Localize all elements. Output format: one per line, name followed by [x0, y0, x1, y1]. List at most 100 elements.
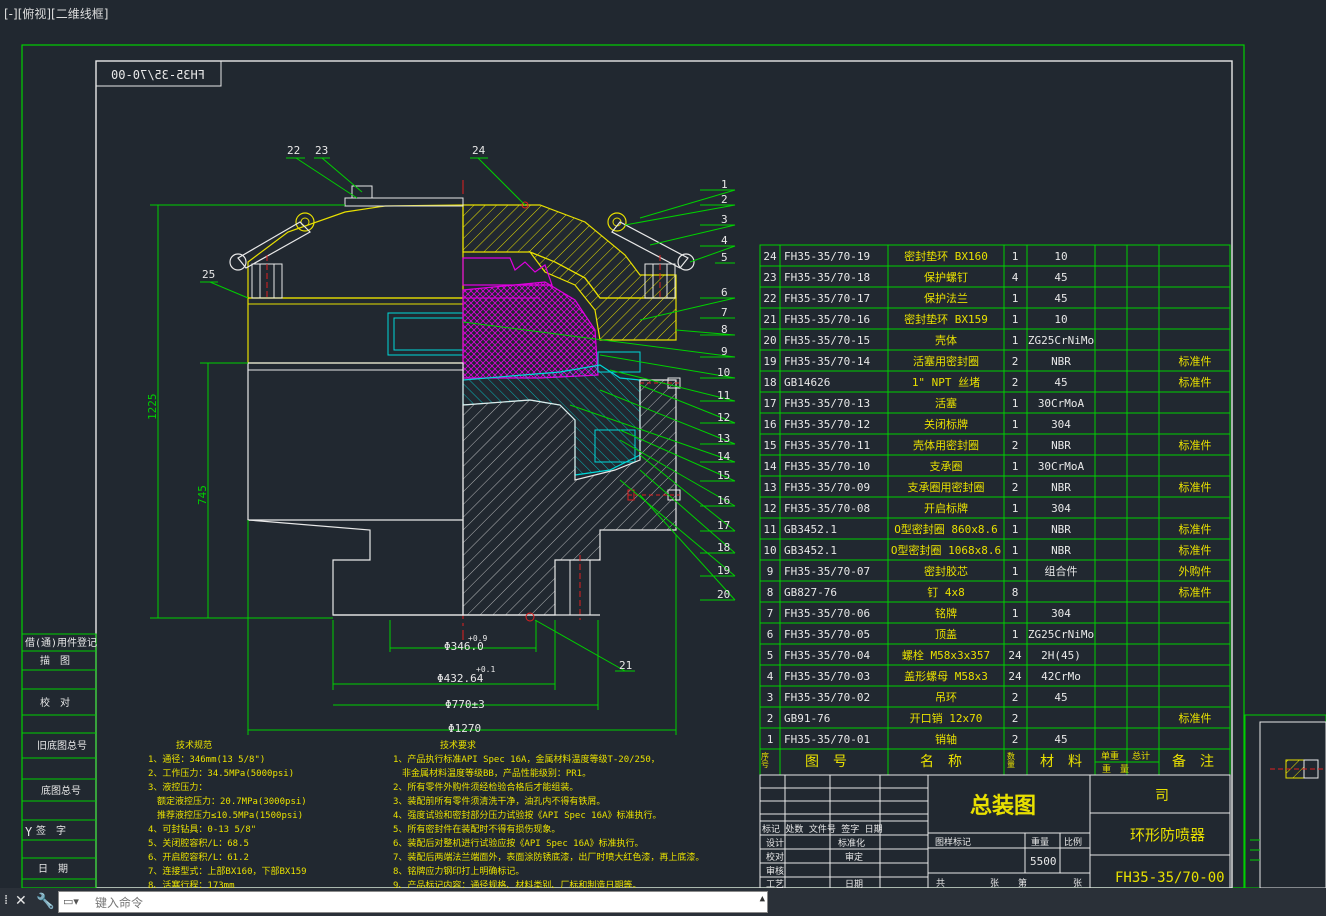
bom-cell-mat: 304 — [1051, 502, 1071, 515]
bom-cell-mat: 304 — [1051, 418, 1071, 431]
bom-cell-qty: 1 — [1012, 628, 1019, 641]
sidebar-item: 底图总号 — [41, 784, 81, 797]
title-block-review: 审定 — [845, 851, 863, 863]
bom-cell-name: 铭牌 — [935, 606, 957, 620]
title-block-check: 校对 — [766, 851, 784, 863]
bom-cell-qty: 24 — [1008, 670, 1022, 683]
bom-cell-note: 标准件 — [1179, 375, 1212, 389]
balloon-9: 9 — [721, 345, 728, 358]
bom-cell-name: 关闭标牌 — [924, 417, 968, 431]
title-block-mass: 重量 — [1031, 836, 1049, 848]
bom-header-code: 图 号 — [805, 754, 847, 770]
mirrored-drawing-number: FH35-35/70-00 — [111, 68, 205, 82]
bom-cell-code: FH35-35/70-05 — [784, 628, 870, 641]
title-block-weight: 5500 — [1030, 855, 1057, 868]
bom-cell-mat: NBR — [1051, 439, 1071, 452]
bom-cell-code: FH35-35/70-06 — [784, 607, 870, 620]
bom-cell-no: 14 — [763, 460, 777, 473]
bom-cell-mat: ZG25CrNiMo — [1028, 628, 1094, 641]
balloon-10: 10 — [717, 366, 730, 379]
bom-cell-code: FH35-35/70-08 — [784, 502, 870, 515]
balloon-21: 21 — [619, 659, 632, 672]
svg-text:非金属材料温度等级BB，产品性能级别：PR1。: 非金属材料温度等级BB，产品性能级别：PR1。 — [393, 767, 591, 779]
close-icon[interactable]: ✕ — [15, 893, 27, 909]
bom-cell-code: FH35-35/70-01 — [784, 733, 870, 746]
command-placeholder: 键入命令 — [95, 896, 144, 910]
bom-cell-qty: 2 — [1012, 376, 1019, 389]
command-history-icon[interactable]: ▲ — [760, 894, 765, 904]
balloon-25: 25 — [202, 268, 215, 281]
bom-cell-name: 保护法兰 — [924, 291, 968, 305]
bom-cell-name: 支承圈 — [930, 460, 963, 473]
svg-text:额定液控压力：20.7MPa(3000psi): 额定液控压力：20.7MPa(3000psi) — [148, 795, 307, 807]
svg-text:7、连接型式：上部BX160，下部BX159: 7、连接型式：上部BX160，下部BX159 — [148, 865, 307, 877]
bom-cell-qty: 1 — [1012, 313, 1019, 326]
bom-cell-mat: ZG25CrNiMo — [1028, 334, 1094, 347]
bom-cell-qty: 2 — [1012, 733, 1019, 746]
command-prompt-icon[interactable]: ▭▾ — [63, 895, 79, 908]
bom-cell-code: FH35-35/70-10 — [784, 460, 870, 473]
bom-cell-code: FH35-35/70-17 — [784, 292, 870, 305]
bom-cell-mat: 2H(45) — [1041, 649, 1081, 662]
bom-cell-code: FH35-35/70-18 — [784, 271, 870, 284]
bom-cell-code: FH35-35/70-16 — [784, 313, 870, 326]
bom-cell-mat: 组合件 — [1045, 564, 1078, 578]
bom-cell-note: 标准件 — [1179, 354, 1212, 368]
bom-cell-mat: 45 — [1054, 691, 1067, 704]
wrench-icon[interactable]: 🔧 — [36, 892, 55, 910]
bom-cell-mat: 45 — [1054, 271, 1067, 284]
bom-cell-mat: 10 — [1054, 313, 1067, 326]
title-block-product: 环形防喷器 — [1130, 826, 1205, 844]
bom-cell-qty: 1 — [1012, 523, 1019, 536]
svg-text:8、活塞行程：173mm: 8、活塞行程：173mm — [148, 879, 235, 888]
bom-header-w1: 单重 — [1101, 750, 1119, 762]
bom-cell-no: 16 — [763, 418, 776, 431]
bom-cell-name: 壳体 — [935, 333, 957, 347]
command-input[interactable]: ▭▾ 键入命令 ▲ — [58, 891, 768, 913]
svg-text:9、产品标记内容：通径规格、材料类别、厂标和制造日期等。: 9、产品标记内容：通径规格、材料类别、厂标和制造日期等。 — [393, 879, 641, 888]
cad-drawing[interactable]: FH35-35/70-00 借(通)用件登记 描 图 校 对 旧底图总号 底图总… — [0, 0, 1326, 888]
notes-right-title: 技术要求 — [440, 739, 476, 751]
dim-dia-770: Φ770±3 — [445, 698, 485, 711]
svg-text:5、所有密封件在装配时不得有损伤现象。: 5、所有密封件在装配时不得有损伤现象。 — [393, 823, 560, 835]
bom-cell-no: 23 — [763, 271, 776, 284]
bom-cell-name: 活塞 — [935, 396, 957, 410]
bom-cell-name: 活塞用密封圈 — [913, 354, 979, 368]
balloon-5: 5 — [721, 251, 728, 264]
balloon-19: 19 — [717, 564, 730, 577]
bom-cell-no: 18 — [763, 376, 776, 389]
title-block-sheet: 张 — [990, 878, 999, 888]
bom-cell-code: FH35-35/70-03 — [784, 670, 870, 683]
bom-cell-code: FH35-35/70-13 — [784, 397, 870, 410]
bom-cell-no: 10 — [763, 544, 776, 557]
bom-cell-name: 吊环 — [935, 691, 957, 704]
bom-cell-name: 密封胶芯 — [924, 564, 968, 578]
bom-cell-name: 钉 4x8 — [927, 586, 965, 599]
balloon-8: 8 — [721, 323, 728, 336]
svg-text:3、装配前所有零件须清洗干净，油孔内不得有铁屑。: 3、装配前所有零件须清洗干净，油孔内不得有铁屑。 — [393, 795, 605, 807]
balloon-24: 24 — [472, 144, 486, 157]
svg-text:4、可封钻具：0-13 5/8": 4、可封钻具：0-13 5/8" — [148, 823, 256, 835]
bom-cell-no: 2 — [767, 712, 774, 725]
bom-cell-qty: 2 — [1012, 481, 1019, 494]
bom-cell-note: 标准件 — [1179, 711, 1212, 725]
bom-cell-no: 8 — [767, 586, 774, 599]
svg-text:3、液控压力：: 3、液控压力： — [148, 781, 207, 793]
bom-cell-no: 11 — [763, 523, 776, 536]
bom-cell-note: 标准件 — [1179, 585, 1212, 599]
title-block-craft: 工艺 — [766, 879, 784, 888]
dim-dia-346-tol: +0.9 — [468, 634, 487, 643]
bom-cell-no: 21 — [763, 313, 776, 326]
sidebar-item: 描 图 — [40, 654, 70, 667]
balloon-3: 3 — [721, 213, 728, 226]
title-block-audit: 审核 — [766, 865, 784, 877]
bom-cell-mat: NBR — [1051, 544, 1071, 557]
drag-handle-icon[interactable]: ⁞ — [4, 893, 8, 908]
bom-cell-qty: 1 — [1012, 250, 1019, 263]
bom-cell-code: GB827-76 — [784, 586, 837, 599]
assembly-section — [229, 180, 695, 640]
bom-cell-name: 保护螺钉 — [924, 270, 968, 284]
bom-cell-no: 5 — [767, 649, 774, 662]
bom-cell-no: 17 — [763, 397, 776, 410]
bom-cell-qty: 1 — [1012, 418, 1019, 431]
